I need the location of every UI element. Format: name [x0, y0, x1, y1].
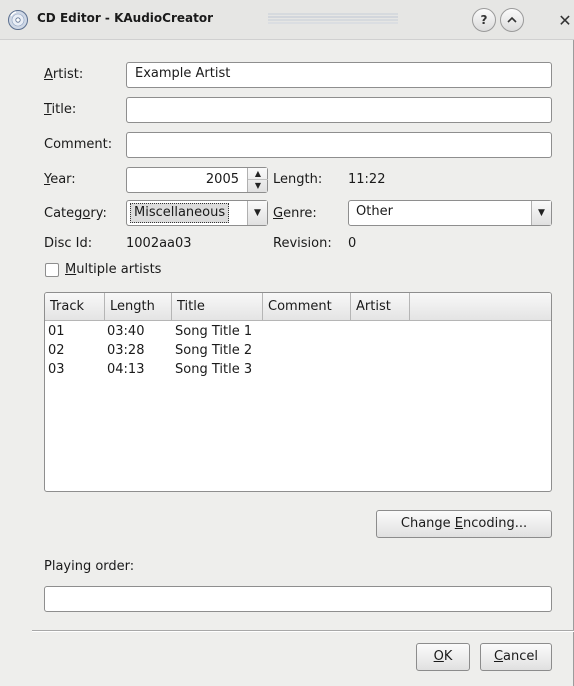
table-row[interactable]: 02 03:28 Song Title 2 — [45, 342, 551, 360]
close-icon: ✕ — [558, 10, 572, 30]
disc-id-value: 1002aa03 — [126, 236, 192, 251]
minimize-button[interactable] — [500, 8, 524, 32]
title-bar[interactable]: CD Editor - KAudioCreator ? ✕ — [0, 0, 574, 40]
genre-value: Other — [356, 204, 393, 219]
column-header-comment[interactable]: Comment — [263, 293, 351, 321]
dialog-separator — [32, 630, 574, 632]
title-bar-decoration — [268, 13, 398, 24]
change-encoding-button[interactable]: Change Encoding... — [376, 510, 552, 538]
track-number: 03 — [48, 362, 65, 377]
category-value: Miscellaneous — [130, 203, 230, 223]
ok-button[interactable]: OK — [416, 643, 470, 671]
comment-label: Comment: — [44, 137, 113, 152]
cd-editor-window: CD Editor - KAudioCreator ? ✕ Artist: Ex… — [0, 0, 574, 686]
track-length: 04:13 — [107, 362, 145, 377]
window-title: CD Editor - KAudioCreator — [37, 11, 214, 25]
table-row[interactable]: 01 03:40 Song Title 1 — [45, 323, 551, 341]
genre-combobox[interactable]: Other ▼ — [348, 200, 552, 226]
close-button[interactable]: ✕ — [554, 8, 574, 32]
length-label: Length: — [273, 172, 323, 187]
genre-label: Genre: — [273, 206, 317, 221]
help-icon: ? — [480, 13, 488, 27]
playing-order-label: Playing order: — [44, 559, 135, 574]
title-label: Title: — [44, 102, 77, 117]
multiple-artists-checkbox[interactable] — [45, 263, 59, 277]
column-header-title[interactable]: Title — [172, 293, 263, 321]
spin-down-arrow-icon[interactable]: ▼ — [248, 180, 268, 192]
column-header-track[interactable]: Track — [45, 293, 105, 321]
length-value: 11:22 — [348, 172, 386, 187]
year-label: Year: — [44, 172, 76, 187]
artist-label: Artist: — [44, 67, 84, 82]
track-number: 01 — [48, 324, 65, 339]
title-input[interactable] — [126, 97, 552, 123]
multiple-artists-label[interactable]: Multiple artists — [65, 262, 161, 277]
table-row[interactable]: 03 04:13 Song Title 3 — [45, 361, 551, 379]
year-spin-buttons: ▲ ▼ — [247, 168, 268, 192]
cancel-button[interactable]: Cancel — [480, 643, 552, 671]
comment-input[interactable] — [126, 132, 552, 158]
chevron-up-icon — [507, 16, 517, 23]
help-button[interactable]: ? — [472, 8, 496, 32]
column-header-length[interactable]: Length — [105, 293, 172, 321]
track-length: 03:40 — [107, 324, 145, 339]
chevron-down-icon[interactable]: ▼ — [247, 201, 267, 225]
track-title: Song Title 1 — [175, 324, 253, 339]
table-header: Track Length Title Comment Artist — [45, 293, 551, 321]
track-title: Song Title 2 — [175, 343, 253, 358]
playing-order-input[interactable] — [44, 586, 552, 612]
revision-value: 0 — [348, 236, 357, 251]
disc-id-label: Disc Id: — [44, 236, 93, 251]
track-title: Song Title 3 — [175, 362, 253, 377]
year-value: 2005 — [205, 172, 239, 187]
revision-label: Revision: — [273, 236, 332, 251]
spin-up-arrow-icon[interactable]: ▲ — [248, 168, 268, 180]
track-number: 02 — [48, 343, 65, 358]
cd-app-icon — [8, 10, 28, 30]
artist-input[interactable]: Example Artist — [126, 62, 552, 88]
category-combobox[interactable]: Miscellaneous ▼ — [126, 200, 268, 226]
track-length: 03:28 — [107, 343, 145, 358]
category-label: Category: — [44, 206, 107, 221]
chevron-down-icon[interactable]: ▼ — [531, 201, 551, 225]
year-spinbox[interactable]: 2005 ▲ ▼ — [126, 167, 268, 193]
column-header-artist[interactable]: Artist — [351, 293, 410, 321]
tracks-table[interactable]: Track Length Title Comment Artist 01 03:… — [44, 292, 552, 492]
